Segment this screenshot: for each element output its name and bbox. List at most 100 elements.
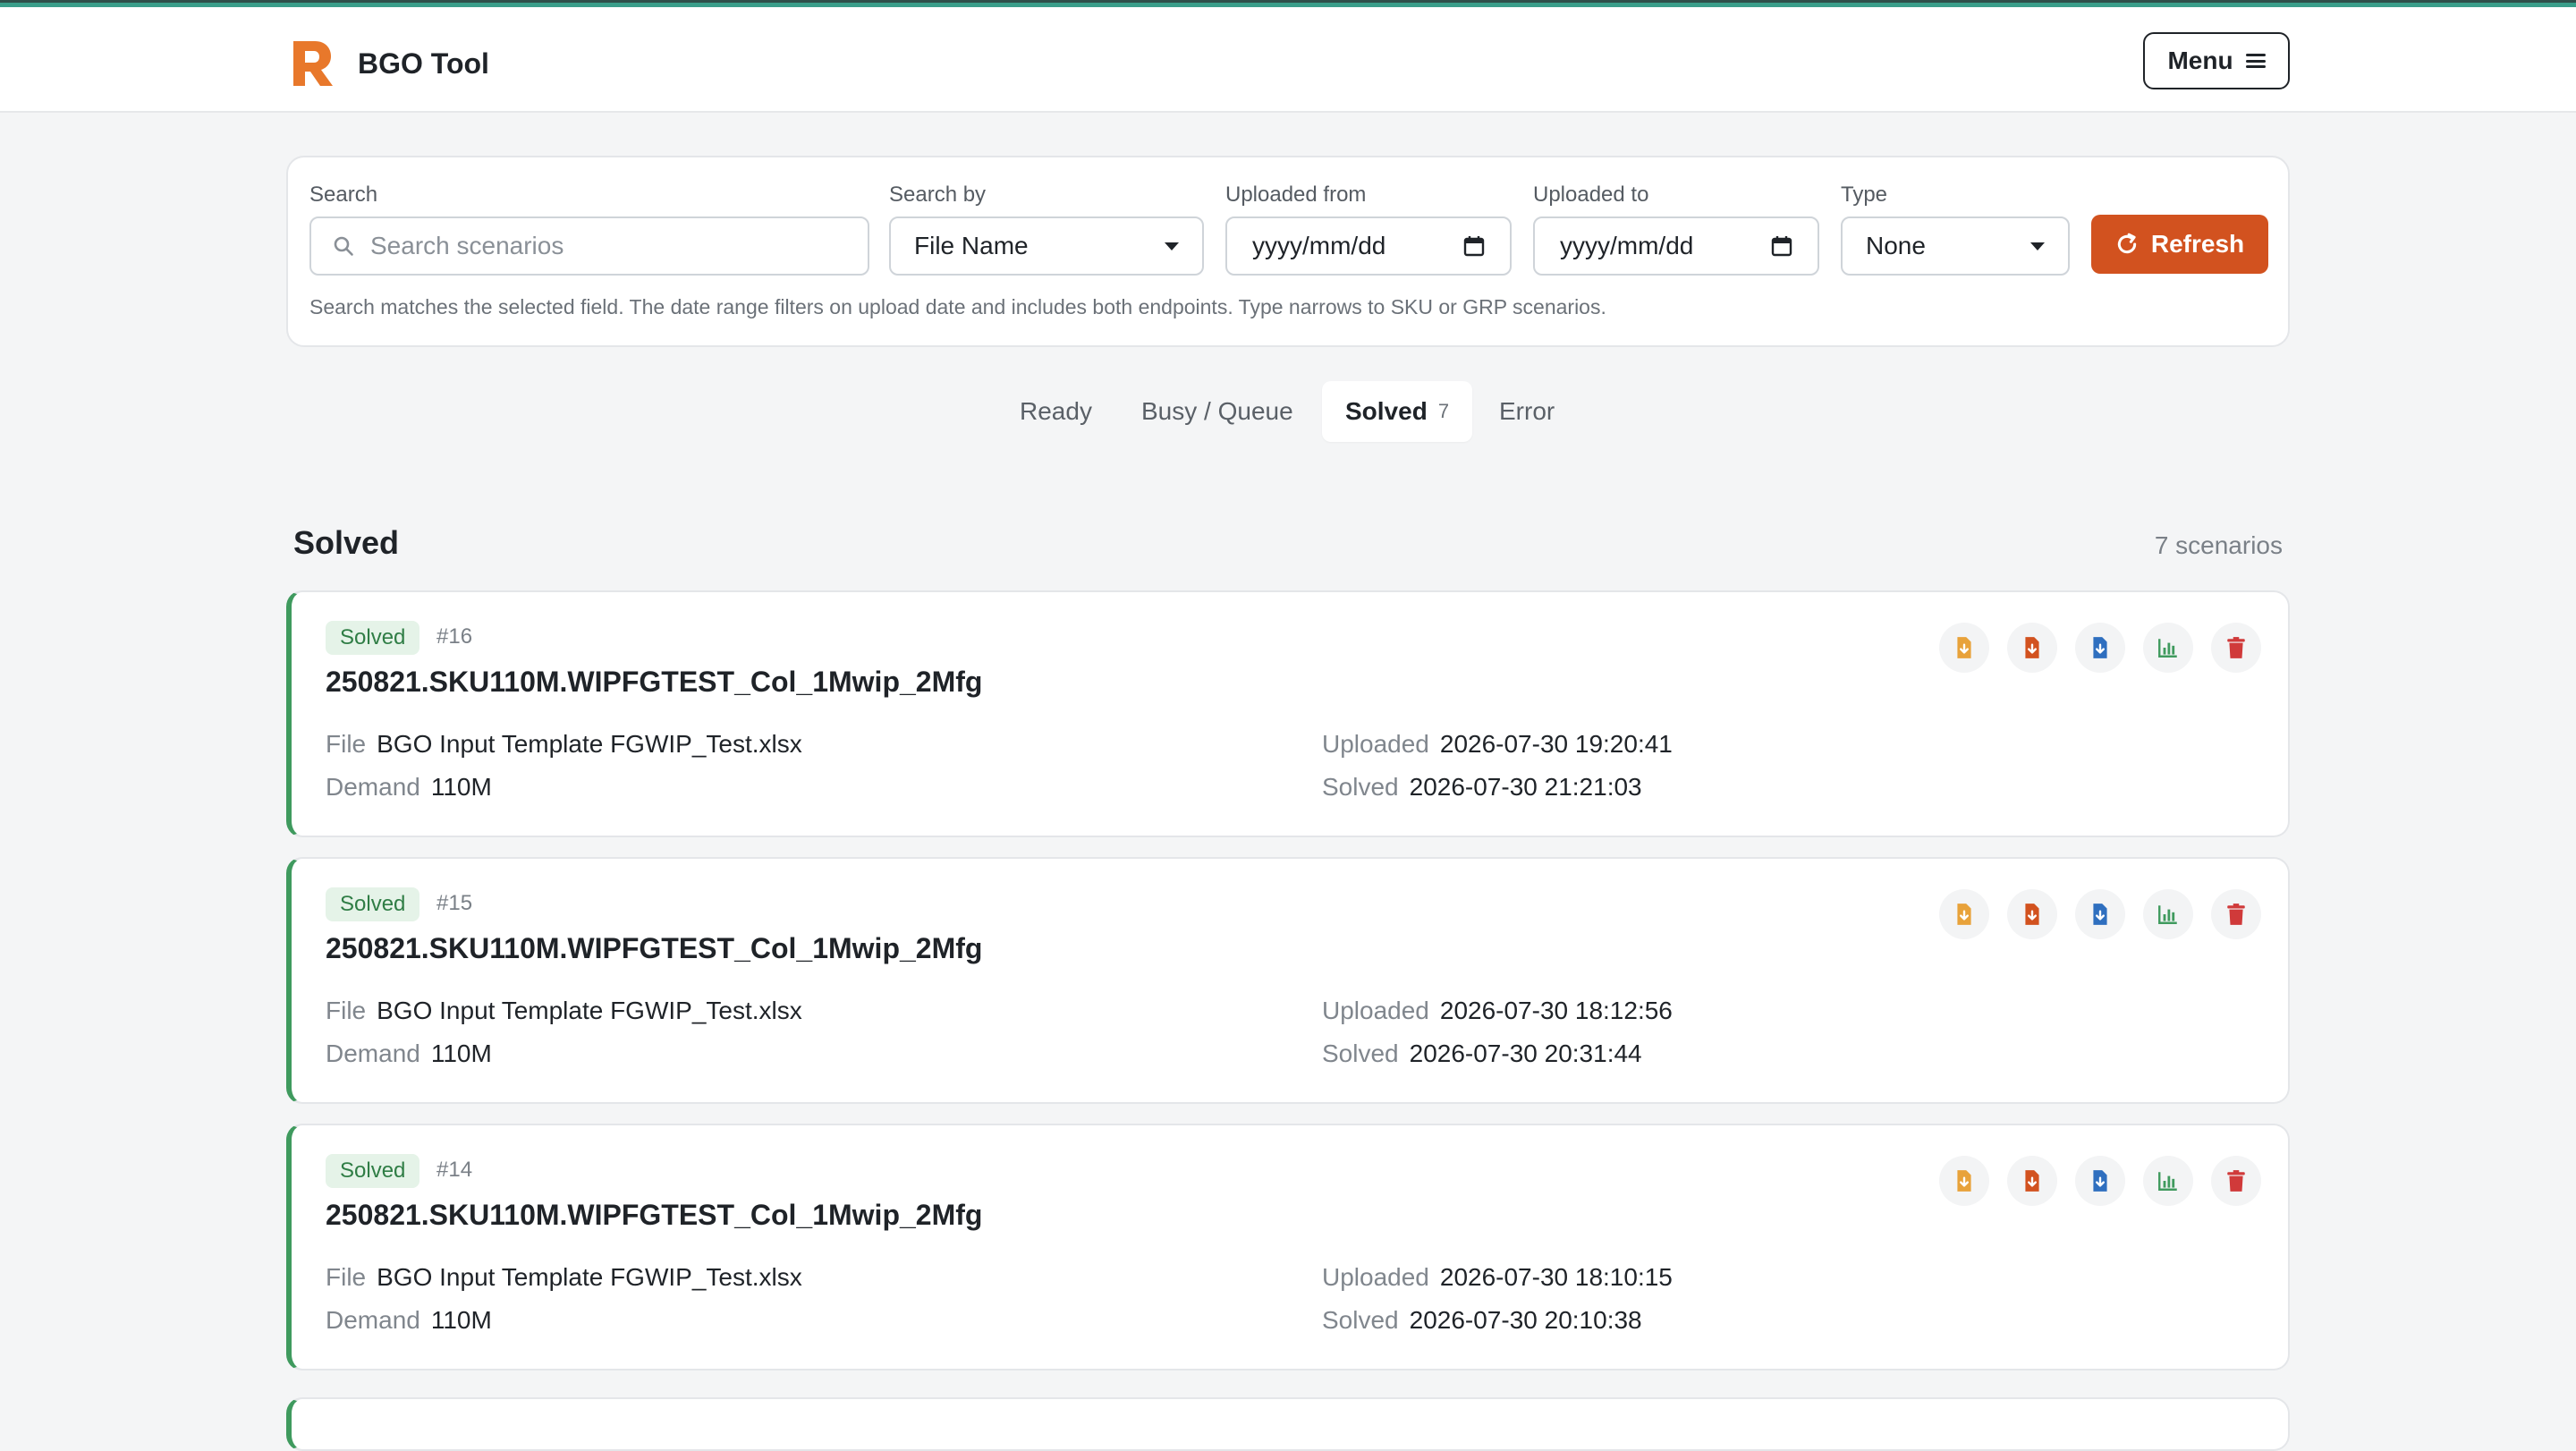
demand-meta: Demand 110M	[326, 1306, 492, 1335]
download-report-icon	[2093, 1170, 2107, 1192]
download-input-button[interactable]	[1939, 1156, 1989, 1206]
download-report-button[interactable]	[2075, 889, 2125, 939]
chart-button[interactable]	[2143, 889, 2193, 939]
type-select[interactable]: None	[1841, 216, 2070, 276]
uploaded-meta: Uploaded 2026-07-30 18:12:56	[1322, 997, 1673, 1025]
brand[interactable]: BGO Tool	[290, 39, 489, 88]
file-value: BGO Input Template FGWIP_Test.xlsx	[377, 1263, 802, 1291]
demand-value: 110M	[430, 1306, 492, 1334]
uploaded-key: Uploaded	[1322, 1263, 1429, 1291]
search-by-select[interactable]: File Name	[889, 216, 1204, 276]
uploaded-value: 2026-07-30 19:20:41	[1439, 730, 1673, 758]
app-header: BGO Tool Menu	[0, 7, 2576, 113]
status-tabs: Ready Busy / Queue Solved 7 Error	[0, 381, 2576, 442]
delete-button[interactable]	[2211, 889, 2261, 939]
refresh-icon	[2117, 233, 2137, 254]
uploaded-from-value: yyyy/mm/dd	[1252, 232, 1386, 259]
download-report-icon	[2093, 637, 2107, 658]
download-input-button[interactable]	[1939, 623, 1989, 673]
demand-value: 110M	[430, 773, 492, 801]
chart-button[interactable]	[2143, 623, 2193, 673]
scenario-name[interactable]: 250821.SKU110M.WIPFGTEST_Col_1Mwip_2Mfg	[326, 666, 982, 699]
download-output-button[interactable]	[2007, 623, 2057, 673]
calendar-icon[interactable]	[1463, 235, 1485, 257]
download-input-icon	[1957, 1170, 1971, 1192]
uploaded-to-input[interactable]: yyyy/mm/dd	[1533, 216, 1819, 276]
brand-logo-icon	[293, 41, 333, 86]
file-meta: File BGO Input Template FGWIP_Test.xlsx	[326, 997, 802, 1025]
status-badge: Solved	[326, 1154, 420, 1188]
uploaded-from-input[interactable]: yyyy/mm/dd	[1225, 216, 1512, 276]
download-output-icon	[2025, 637, 2039, 658]
top-accent-bar	[0, 0, 2576, 7]
tab-label: Error	[1499, 397, 1555, 425]
demand-key: Demand	[326, 773, 420, 801]
uploaded-to-label: Uploaded to	[1533, 182, 1649, 207]
demand-meta: Demand 110M	[326, 773, 492, 802]
solved-key: Solved	[1322, 1039, 1399, 1067]
tab-error[interactable]: Error	[1499, 381, 1555, 442]
filter-helper-text: Search matches the selected field. The d…	[309, 295, 1606, 318]
download-input-button[interactable]	[1939, 889, 1989, 939]
solved-value: 2026-07-30 21:21:03	[1409, 773, 1642, 801]
refresh-button[interactable]: Refresh	[2091, 215, 2268, 274]
search-input[interactable]: Search scenarios	[309, 216, 869, 276]
tab-busy-queue[interactable]: Busy / Queue	[1141, 381, 1293, 442]
delete-button[interactable]	[2211, 623, 2261, 673]
chevron-down-icon	[2030, 242, 2045, 250]
file-meta: File BGO Input Template FGWIP_Test.xlsx	[326, 730, 802, 759]
download-report-button[interactable]	[2075, 623, 2125, 673]
demand-value: 110M	[430, 1039, 492, 1067]
tab-label: Busy / Queue	[1141, 397, 1293, 425]
menu-button[interactable]: Menu	[2143, 32, 2290, 89]
solved-value: 2026-07-30 20:10:38	[1409, 1306, 1642, 1334]
tab-label: Solved	[1345, 397, 1428, 425]
chevron-down-icon	[1165, 242, 1179, 250]
scenario-card[interactable]	[286, 1397, 2290, 1451]
section-count: 7 scenarios	[2154, 531, 2283, 559]
tab-solved[interactable]: Solved 7	[1322, 381, 1473, 442]
scenario-name[interactable]: 250821.SKU110M.WIPFGTEST_Col_1Mwip_2Mfg	[326, 932, 982, 965]
uploaded-meta: Uploaded 2026-07-30 19:20:41	[1322, 730, 1673, 759]
solved-meta: Solved 2026-07-30 20:31:44	[1322, 1039, 1642, 1068]
solved-meta: Solved 2026-07-30 20:10:38	[1322, 1306, 1642, 1335]
scenario-id: #15	[436, 891, 473, 915]
tab-count: 7	[1437, 400, 1450, 422]
chart-button[interactable]	[2143, 1156, 2193, 1206]
type-label: Type	[1841, 182, 1888, 207]
file-key: File	[326, 997, 367, 1024]
menu-label: Menu	[2167, 47, 2233, 74]
download-output-button[interactable]	[2007, 1156, 2057, 1206]
download-input-icon	[1957, 904, 1971, 925]
download-report-button[interactable]	[2075, 1156, 2125, 1206]
download-input-icon	[1957, 637, 1971, 658]
delete-icon	[2227, 904, 2245, 925]
delete-button[interactable]	[2211, 1156, 2261, 1206]
uploaded-meta: Uploaded 2026-07-30 18:10:15	[1322, 1263, 1673, 1292]
scenario-name[interactable]: 250821.SKU110M.WIPFGTEST_Col_1Mwip_2Mfg	[326, 1199, 982, 1232]
download-output-icon	[2025, 1170, 2039, 1192]
uploaded-value: 2026-07-30 18:12:56	[1439, 997, 1673, 1024]
scenario-id: #16	[436, 624, 473, 649]
app-name: BGO Tool	[358, 47, 489, 80]
scenario-card[interactable]: Solved #16 250821.SKU110M.WIPFGTEST_Col_…	[286, 590, 2290, 837]
chart-icon	[2158, 1172, 2177, 1191]
filter-panel: Search Search scenarios Search by File N…	[286, 156, 2290, 347]
solved-meta: Solved 2026-07-30 21:21:03	[1322, 773, 1642, 802]
chart-icon	[2158, 639, 2177, 658]
demand-key: Demand	[326, 1039, 420, 1067]
scenario-card[interactable]: Solved #15 250821.SKU110M.WIPFGTEST_Col_…	[286, 857, 2290, 1104]
type-value: None	[1866, 232, 1926, 259]
card-actions	[1939, 623, 2261, 673]
card-actions	[1939, 1156, 2261, 1206]
file-meta: File BGO Input Template FGWIP_Test.xlsx	[326, 1263, 802, 1292]
calendar-icon[interactable]	[1771, 235, 1792, 257]
uploaded-key: Uploaded	[1322, 997, 1429, 1024]
solved-value: 2026-07-30 20:31:44	[1409, 1039, 1642, 1067]
scenario-card[interactable]: Solved #14 250821.SKU110M.WIPFGTEST_Col_…	[286, 1124, 2290, 1370]
hamburger-icon	[2245, 54, 2266, 68]
demand-key: Demand	[326, 1306, 420, 1334]
tab-ready[interactable]: Ready	[1020, 381, 1092, 442]
delete-icon	[2227, 637, 2245, 658]
download-output-button[interactable]	[2007, 889, 2057, 939]
